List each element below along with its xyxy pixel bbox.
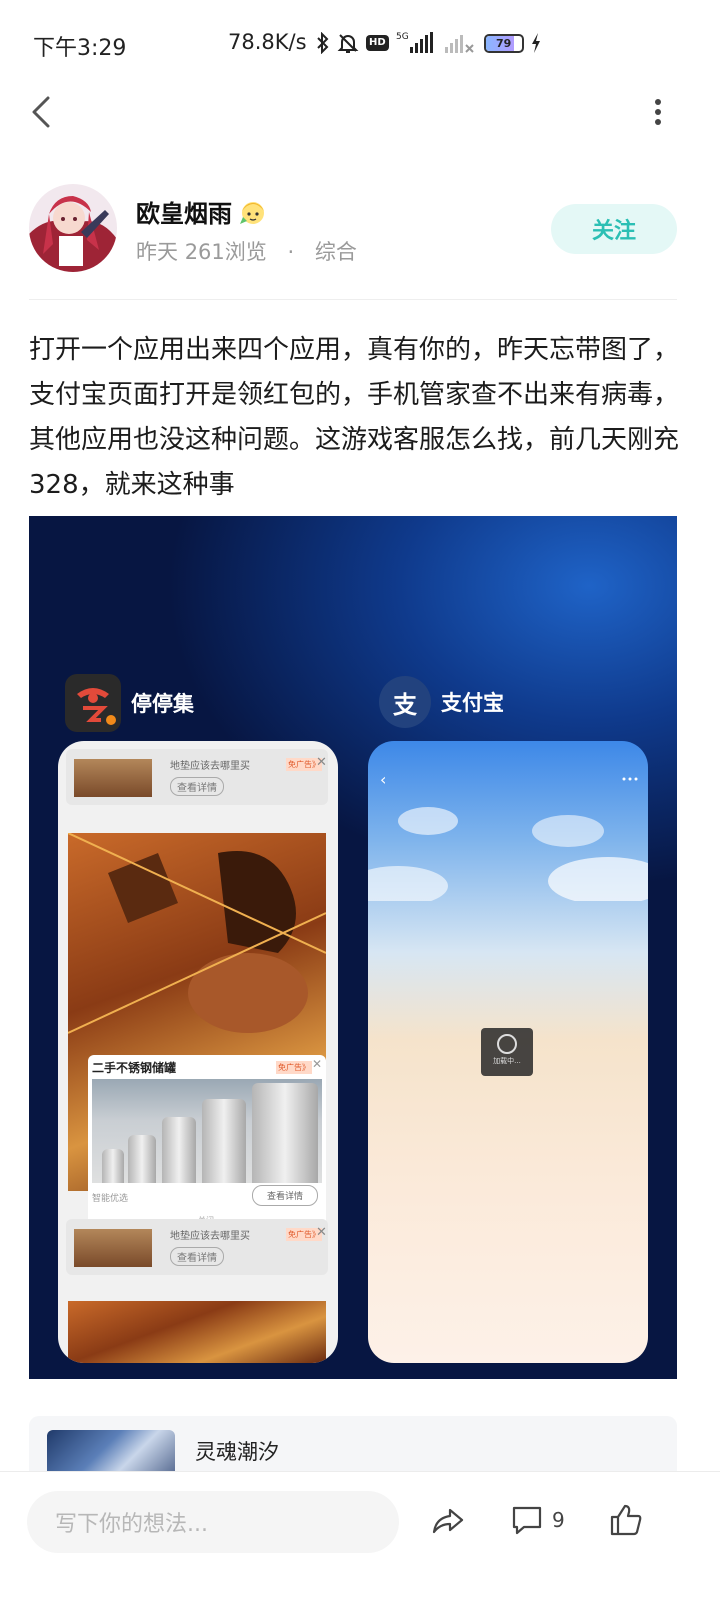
divider — [29, 299, 677, 300]
popup-source: 智能优选 — [92, 1194, 129, 1204]
svg-text:5G: 5G — [396, 32, 409, 42]
thumbs-up-icon — [610, 1504, 642, 1536]
ad-title: 地垫应该去哪里买 — [170, 761, 250, 772]
comment-input[interactable]: 写下你的想法... — [27, 1491, 399, 1553]
app-card-b: ‹ 加载中... — [368, 741, 648, 1363]
battery-level: 79 — [496, 36, 512, 50]
bottom-bar: 写下你的想法... 9 — [0, 1471, 720, 1601]
ad-thumbnail — [74, 759, 152, 797]
comment-count: 9 — [552, 1508, 565, 1532]
share-icon — [432, 1508, 464, 1534]
loading-text: 加载中... — [493, 1057, 521, 1065]
ad-title: 地垫应该去哪里买 — [170, 1231, 250, 1242]
character-badge-icon — [240, 201, 264, 224]
ad-detail-button: 查看详情 — [170, 777, 224, 796]
status-icons: HD 5G 79 — [316, 30, 541, 56]
battery-icon: 79 — [483, 33, 524, 53]
post-category[interactable]: 综合 — [315, 240, 357, 264]
comment-button[interactable]: 9 — [510, 1498, 565, 1542]
post-image[interactable]: 停停集 支 支付宝 地垫应该去哪里买 查看详情 免广告》 ✕ 二手不锈钢储罐 免… — [29, 516, 677, 1379]
comic-panel-bottom — [68, 1301, 326, 1363]
popup-title: 二手不锈钢储罐 — [92, 1061, 177, 1075]
popup-detail-button: 查看详情 — [252, 1185, 319, 1206]
author-row: 欧皇烟雨 昨天 261浏览 · 综合 关注 — [0, 180, 720, 280]
view-count: 261浏览 — [184, 240, 267, 264]
more-options-button[interactable] — [640, 92, 676, 132]
network-speed: 78.8K/s — [228, 30, 307, 54]
close-icon: ✕ — [316, 1225, 327, 1240]
nav-bar — [0, 82, 720, 144]
close-icon: ✕ — [316, 755, 327, 770]
app-name-a: 停停集 — [131, 692, 194, 716]
alipay-logo-icon: 支 — [379, 676, 431, 728]
follow-button[interactable]: 关注 — [551, 204, 677, 254]
bluetooth-icon — [317, 32, 329, 54]
like-button[interactable] — [608, 1498, 644, 1542]
post-meta: 昨天 261浏览 · 综合 — [136, 236, 357, 266]
ad-banner-bottom: 地垫应该去哪里买 查看详情 免广告》 ✕ — [66, 1219, 328, 1275]
bell-off-icon — [337, 34, 359, 53]
chevron-left-icon — [32, 96, 50, 128]
post-body: 打开一个应用出来四个应用，真有你的，昨天忘带图了，支付宝页面打开是领红包的，手机… — [29, 335, 680, 500]
game-thumbnail — [47, 1430, 175, 1476]
hd-icon: HD — [366, 35, 389, 51]
app-card-a: 地垫应该去哪里买 查看详情 免广告》 ✕ 二手不锈钢储罐 免广告》 ✕ 智能优选… — [58, 741, 338, 1363]
ad-popup: 二手不锈钢储罐 免广告》 ✕ 智能优选 查看详情 关闭 — [88, 1055, 326, 1233]
signal-5g-icon: 5G — [396, 32, 433, 53]
app-name-b: 支付宝 — [441, 691, 504, 715]
close-icon: ✕ — [312, 1057, 323, 1071]
ad-banner-top: 地垫应该去哪里买 查看详情 免广告》 ✕ — [66, 749, 328, 805]
meta-separator: · — [287, 240, 295, 264]
clouds-icon: ‹ — [368, 770, 648, 901]
post-date: 昨天 — [136, 240, 178, 264]
back-button[interactable] — [24, 92, 64, 132]
ad-thumbnail — [74, 1229, 152, 1267]
status-bar: 下午3:29 78.8K/s HD 5G 79 — [0, 0, 720, 82]
signal-weak-icon — [444, 35, 474, 53]
related-game-card[interactable]: 灵魂潮汐 — [29, 1416, 677, 1476]
status-time: 下午3:29 — [33, 36, 127, 61]
ad-detail-button: 查看详情 — [170, 1247, 224, 1266]
popup-tag: 免广告》 — [276, 1061, 312, 1074]
comic-panel: 二手不锈钢储罐 免广告》 ✕ 智能优选 查看详情 关闭 — [67, 832, 327, 1233]
app-logo-icon — [65, 674, 121, 732]
game-title: 灵魂潮汐 — [195, 1440, 279, 1464]
comment-icon — [512, 1506, 542, 1535]
more-vertical-icon — [655, 99, 661, 125]
loading-indicator: 加载中... — [481, 1028, 533, 1076]
app-label-a: 停停集 — [65, 674, 194, 732]
author-name-row: 欧皇烟雨 — [136, 194, 268, 229]
share-button[interactable] — [430, 1498, 466, 1542]
avatar[interactable] — [29, 184, 117, 272]
charging-icon — [531, 33, 540, 53]
popup-image — [92, 1079, 322, 1183]
anime-avatar-icon — [29, 184, 117, 272]
svg-text:‹: ‹ — [380, 770, 386, 789]
loading-spinner-icon — [497, 1034, 517, 1054]
app-label-b: 支 支付宝 — [379, 676, 504, 728]
author-name[interactable]: 欧皇烟雨 — [136, 194, 232, 229]
